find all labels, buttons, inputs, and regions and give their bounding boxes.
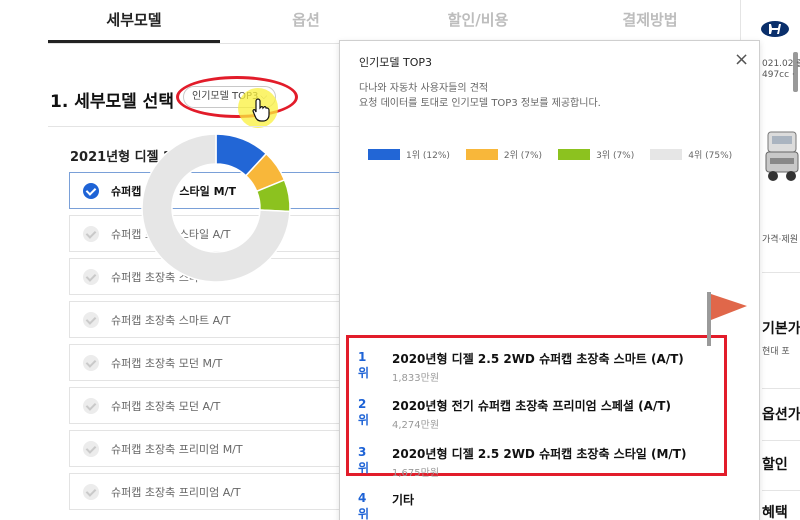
legend-label: 4위 (75%) bbox=[688, 151, 733, 161]
model-label: 슈퍼캡 초장축 프리미엄 M/T bbox=[111, 442, 243, 456]
tab-options[interactable]: 옵션 bbox=[220, 0, 392, 43]
model-option[interactable]: 슈퍼캡 초장축 스마트 A/T bbox=[69, 301, 349, 338]
price-spec-link[interactable]: 가격·제원 bbox=[762, 232, 798, 245]
check-icon bbox=[83, 311, 99, 328]
benefit-label: 혜택 bbox=[762, 505, 788, 520]
legend-item: 4위 (75%) bbox=[650, 148, 732, 161]
model-label: 슈퍼캡 초장축 프리미엄 A/T bbox=[111, 485, 241, 499]
popup-description-line: 요청 데이터를 토대로 인기모델 TOP3 정보를 제공합니다. bbox=[359, 98, 601, 109]
hand-cursor-icon bbox=[252, 98, 270, 122]
summary-divider bbox=[762, 440, 800, 441]
engine-cc: 497cc · bbox=[762, 70, 795, 80]
legend-item: 1위 (12%) bbox=[368, 148, 450, 161]
model-option[interactable]: 슈퍼캡 초장축 모던 A/T bbox=[69, 387, 349, 424]
popup-description: 다나와 자동차 사용자들의 견적 요청 데이터를 토대로 인기모델 TOP3 정… bbox=[359, 81, 601, 111]
check-icon bbox=[83, 440, 99, 457]
rank-model-name: 2020년형 디젤 2.5 2WD 슈퍼캡 초장축 스마트 (A/T) bbox=[392, 352, 684, 366]
check-icon bbox=[83, 354, 99, 371]
summary-divider bbox=[762, 490, 800, 491]
flag-icon bbox=[711, 294, 747, 320]
check-icon bbox=[83, 182, 99, 199]
check-icon bbox=[83, 225, 99, 242]
rank-price: 4,274만원 bbox=[392, 420, 440, 431]
popup-title: 인기모델 TOP3 bbox=[359, 56, 432, 69]
rank-model-name: 기타 bbox=[392, 493, 415, 507]
rank-price: 1,675만원 bbox=[392, 468, 440, 479]
model-option[interactable]: 슈퍼캡 초장축 프리미엄 A/T bbox=[69, 473, 349, 510]
check-icon bbox=[83, 483, 99, 500]
model-label: 슈퍼캡 초장축 모던 A/T bbox=[111, 399, 221, 413]
tab-detail-model[interactable]: 세부모델 bbox=[48, 0, 220, 43]
check-icon bbox=[83, 397, 99, 414]
model-label: 슈퍼캡 초장축 모던 M/T bbox=[111, 356, 223, 370]
legend-swatch bbox=[650, 149, 683, 160]
model-option[interactable]: 슈퍼캡 초장축 모던 M/T bbox=[69, 344, 349, 381]
step-tabs: 세부모델 옵션 할인/비용 결제방법 bbox=[48, 0, 736, 44]
check-icon bbox=[83, 268, 99, 285]
legend-label: 3위 (7%) bbox=[596, 151, 635, 161]
legend-item: 2위 (7%) bbox=[465, 148, 543, 161]
hyundai-logo-icon bbox=[761, 21, 789, 37]
basic-price-label: 기본가 bbox=[762, 321, 800, 337]
popup-description-line: 다나와 자동차 사용자들의 견적 bbox=[359, 83, 489, 94]
tab-payment[interactable]: 결제방법 bbox=[564, 0, 736, 43]
rank-number: 3위 bbox=[358, 445, 370, 475]
release-date: 021.02 출 bbox=[762, 59, 800, 69]
legend-label: 1위 (12%) bbox=[406, 151, 450, 161]
maker-text: 현대 포 bbox=[762, 347, 790, 357]
highlight-annotation bbox=[176, 76, 298, 118]
model-option[interactable]: 슈퍼캡 초장축 프리미엄 M/T bbox=[69, 430, 349, 467]
legend-item: 3위 (7%) bbox=[558, 148, 634, 161]
legend-swatch bbox=[368, 149, 400, 160]
rank-price: 1,833만원 bbox=[392, 373, 440, 384]
rank-model-name: 2020년형 전기 슈퍼캡 초장축 프리미엄 스페셜 (A/T) bbox=[392, 399, 671, 413]
summary-divider bbox=[762, 388, 800, 389]
model-label: 슈퍼캡 초장축 스마트 A/T bbox=[111, 313, 231, 327]
discount-label: 할인 bbox=[762, 457, 788, 473]
close-icon[interactable]: × bbox=[734, 51, 749, 69]
section-title: 1. 세부모델 선택 bbox=[50, 92, 174, 112]
legend-swatch bbox=[558, 149, 591, 160]
option-price-label: 옵션가 bbox=[762, 407, 800, 423]
summary-divider bbox=[762, 272, 800, 273]
legend-swatch bbox=[465, 149, 498, 160]
top3-donut-chart bbox=[141, 133, 291, 283]
rank-model-name: 2020년형 디젤 2.5 2WD 슈퍼캡 초장축 스타일 (M/T) bbox=[392, 447, 687, 461]
rank-number: 1위 bbox=[358, 350, 370, 380]
vehicle-image bbox=[765, 131, 799, 181]
legend-label: 2위 (7%) bbox=[503, 151, 543, 161]
rank-number: 2위 bbox=[358, 397, 370, 427]
rank-number: 4위 bbox=[358, 491, 370, 520]
tab-discount-cost[interactable]: 할인/비용 bbox=[392, 0, 564, 43]
chart-legend: 1위 (12%) 2위 (7%) 3위 (7%) 4위 (75%) bbox=[368, 148, 748, 161]
